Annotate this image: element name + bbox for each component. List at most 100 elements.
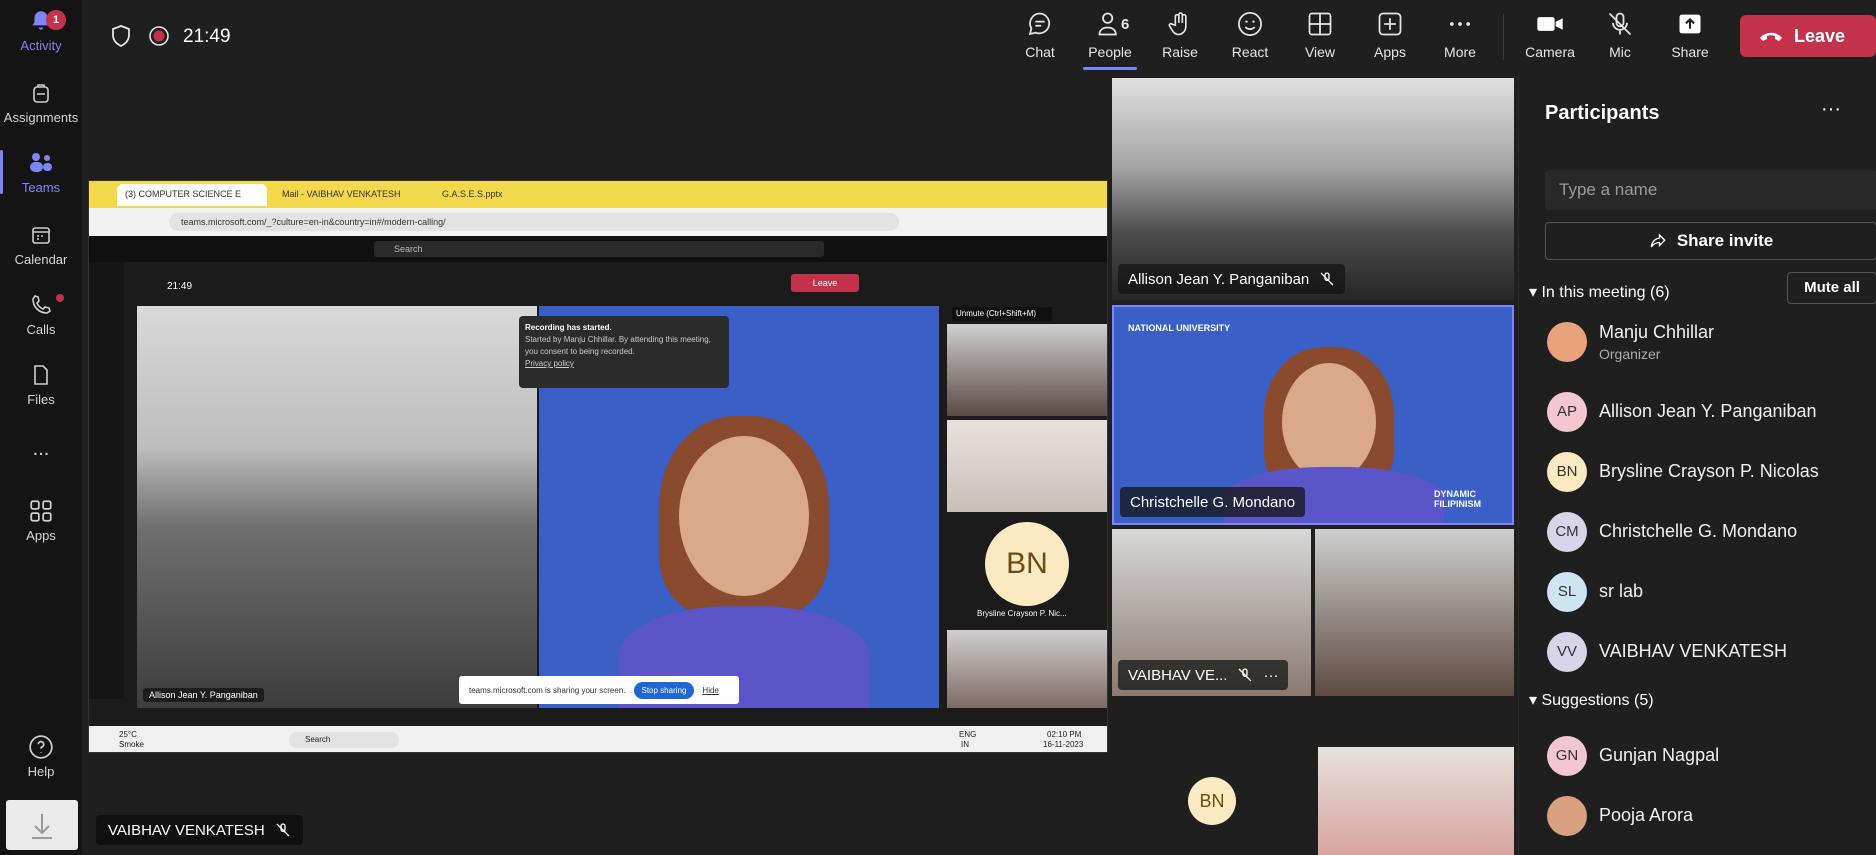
presenter-face: [1282, 363, 1376, 481]
rail-activity[interactable]: Activity 1: [0, 8, 82, 53]
rail-calendar[interactable]: Calendar: [0, 222, 82, 267]
grid-icon: [1308, 12, 1332, 36]
suggestions-label: Suggestions (5): [1541, 692, 1654, 709]
participant-row[interactable]: Manju Chhillar Organizer: [1519, 322, 1876, 372]
privacy-link[interactable]: Privacy policy: [525, 358, 723, 370]
participant-row[interactable]: CM Christchelle G. Mondano: [1519, 512, 1876, 562]
ellipsis-icon: [1449, 22, 1471, 26]
in-meeting-header[interactable]: ▾ In this meeting (6): [1529, 282, 1670, 302]
panel-more-icon[interactable]: ···: [1821, 98, 1841, 121]
rail-calls[interactable]: Calls: [0, 292, 82, 337]
leave-button[interactable]: Leave: [1740, 15, 1876, 57]
camera-label: Camera: [1525, 44, 1575, 60]
calls-dot: [56, 294, 64, 302]
apps-icon: [30, 500, 52, 522]
participant-name: Christchelle G. Mondano: [1599, 521, 1798, 541]
backpack-icon: [33, 84, 49, 103]
gallery-chip-3: VAIBHAV VE... ···: [1118, 660, 1289, 690]
suggested-row[interactable]: Pooja Arora: [1519, 796, 1876, 846]
rail-help[interactable]: Help: [0, 734, 82, 779]
mute-all-button[interactable]: Mute all: [1787, 272, 1876, 304]
participant-row[interactable]: VV VAIBHAV VENKATESH: [1519, 632, 1876, 682]
gallery-tile-classroom[interactable]: Allison Jean Y. Panganiban: [1112, 78, 1514, 300]
rail-activity-label: Activity: [20, 38, 62, 53]
inner-search[interactable]: Search: [374, 241, 824, 257]
hangup-icon: [1760, 32, 1782, 41]
hide-link[interactable]: Hide: [702, 686, 718, 695]
tile-more-icon[interactable]: ···: [1263, 667, 1278, 684]
unmute-tooltip: Unmute (Ctrl+Shift+M): [952, 307, 1052, 321]
teams-icon: [30, 153, 52, 172]
browser-tab-mail[interactable]: Mail - VAIBHAV VENKATESH: [274, 184, 424, 206]
apps-label: Apps: [1374, 44, 1406, 60]
weather-desc: Smoke: [119, 740, 144, 749]
camera-icon: [1537, 17, 1563, 31]
participant-avatar: VV: [1547, 632, 1587, 672]
browser-tab-teams[interactable]: (3) COMPUTER SCIENCE E: [117, 184, 267, 206]
lang-region: IN: [961, 740, 969, 749]
rail-apps[interactable]: Apps: [0, 498, 82, 543]
lang: ENG: [959, 730, 977, 739]
react-button[interactable]: React: [1215, 10, 1285, 60]
rail-calendar-label: Calendar: [14, 252, 68, 267]
rail-help-label: Help: [27, 764, 55, 779]
mic-off-icon: [1320, 272, 1334, 286]
rail-files[interactable]: Files: [0, 362, 82, 407]
gallery-chip-1: Allison Jean Y. Panganiban: [1118, 264, 1346, 294]
rail-teams[interactable]: Teams: [0, 150, 82, 195]
recording-body: Started by Manju Chhillar. By attending …: [525, 335, 711, 356]
suggested-name: Pooja Arora: [1599, 805, 1694, 825]
gallery-tile-christchelle[interactable]: NATIONAL UNIVERSITY DYNAMIC FILIPINISM C…: [1112, 305, 1514, 525]
more-button[interactable]: More: [1425, 10, 1495, 60]
presenter-face: [679, 436, 809, 596]
suggested-row[interactable]: GN Gunjan Nagpal: [1519, 736, 1876, 786]
participant-row[interactable]: SL sr lab: [1519, 572, 1876, 622]
suggested-avatar: GN: [1547, 736, 1587, 776]
browser-tab-pptx[interactable]: G.A.S.E.S.pptx: [434, 184, 584, 206]
participant-search-input[interactable]: Type a name: [1545, 170, 1876, 210]
gallery-tile-vaibhav[interactable]: VAIBHAV VE... ···: [1112, 529, 1311, 696]
rail-more[interactable]: ...: [0, 438, 82, 461]
gallery-tile-manju[interactable]: [1318, 747, 1514, 855]
share-button[interactable]: Share: [1655, 10, 1725, 60]
more-label: More: [1444, 44, 1476, 60]
rail-assignments[interactable]: Assignments: [0, 80, 82, 125]
gallery-bn-avatar[interactable]: BN: [1188, 777, 1236, 825]
taskbar-search[interactable]: Search: [289, 732, 399, 748]
view-label: View: [1304, 44, 1336, 60]
url-field[interactable]: teams.microsoft.com/_?culture=en-in&coun…: [169, 213, 899, 231]
people-button[interactable]: 6 People: [1075, 10, 1145, 70]
share-label: Share: [1671, 44, 1709, 60]
gallery-name-2: Christchelle G. Mondano: [1130, 493, 1296, 511]
raise-hand-button[interactable]: Raise: [1145, 10, 1215, 60]
camera-button[interactable]: Camera: [1515, 10, 1585, 60]
view-button[interactable]: View: [1285, 10, 1355, 60]
inner-small-tile-bn: BN Brysline Crayson P. Nic...: [947, 516, 1107, 626]
participant-row[interactable]: AP Allison Jean Y. Panganiban: [1519, 392, 1876, 442]
inner-tile-name: Allison Jean Y. Panganiban: [143, 688, 264, 702]
apps-button[interactable]: Apps: [1355, 10, 1425, 60]
inner-teams-window: Search 21:49 Leave Allison Jean Y. Panga…: [89, 236, 1107, 752]
participant-avatar: SL: [1547, 572, 1587, 612]
file-icon: [34, 365, 48, 385]
people-selected-bar: [1083, 67, 1137, 70]
participant-name: sr lab: [1599, 581, 1644, 601]
react-label: React: [1231, 44, 1269, 60]
mic-button[interactable]: Mic: [1585, 10, 1655, 60]
more-dots-icon: ...: [32, 438, 50, 460]
help-icon: [29, 735, 53, 759]
stop-sharing-button[interactable]: Stop sharing: [633, 681, 695, 699]
suggestions-header[interactable]: ▾ Suggestions (5): [1529, 690, 1654, 710]
download-button[interactable]: [6, 800, 78, 850]
tab-label: G.A.S.E.S.pptx: [442, 189, 503, 199]
windows-taskbar: 25°C Smoke Search ENG IN 02:10 PM 16-11-…: [89, 726, 1107, 752]
chat-button[interactable]: Chat: [1005, 10, 1075, 60]
meeting-toolbar: 21:49 Chat 6 People Raise React View App…: [82, 0, 1876, 72]
sharing-bar: teams.microsoft.com is sharing your scre…: [459, 676, 739, 704]
gallery-tile-classroom-2[interactable]: [1315, 529, 1514, 696]
share-invite-button[interactable]: Share invite: [1545, 222, 1876, 260]
rail-assignments-label: Assignments: [3, 110, 79, 125]
rail-teams-label: Teams: [21, 180, 61, 195]
participant-row[interactable]: BN Brysline Crayson P. Nicolas: [1519, 452, 1876, 502]
inner-bn-name: Brysline Crayson P. Nic...: [977, 609, 1067, 618]
